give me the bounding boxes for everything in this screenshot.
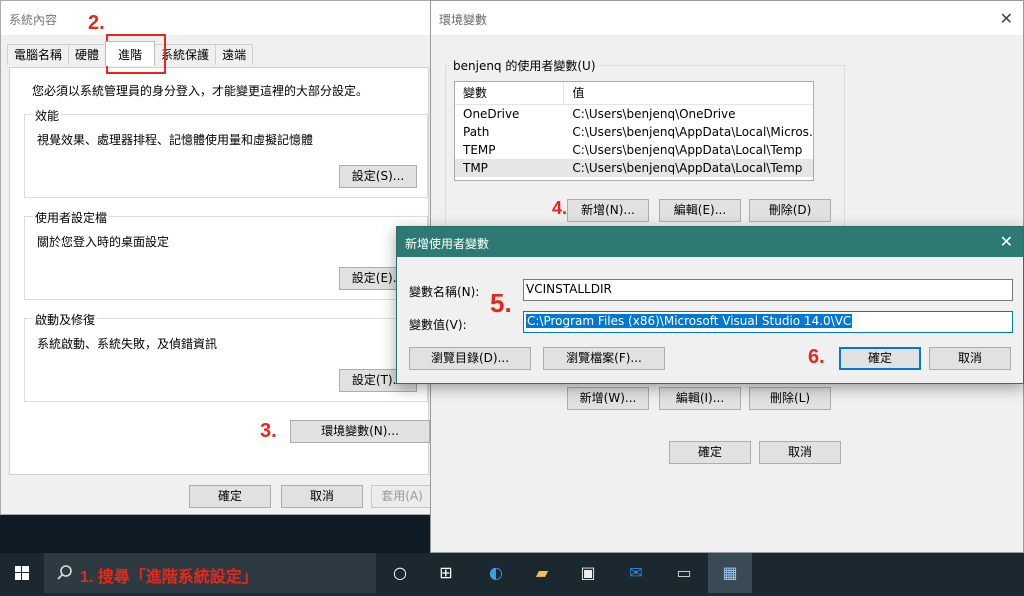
task-view-circle-icon[interactable]: ○	[378, 553, 422, 593]
table-row[interactable]: Path C:\Users\benjenq\AppData\Local\Micr…	[455, 123, 813, 141]
group-title: 效能	[33, 107, 62, 124]
table-header: 變數 值	[455, 82, 813, 105]
environment-variables-button[interactable]: 環境變數(N)...	[290, 420, 430, 443]
user-new-button[interactable]: 新增(N)...	[567, 199, 649, 222]
file-explorer-icon[interactable]: ▰	[520, 553, 564, 593]
variable-name-input[interactable]: VCINSTALLDIR	[523, 279, 1013, 301]
user-edit-button[interactable]: 編輯(E)...	[659, 199, 741, 222]
variable-name: TEMP	[463, 143, 496, 157]
variable-name: Path	[463, 125, 490, 139]
group-description: 關於您登入時的桌面設定	[37, 235, 170, 249]
browse-file-button[interactable]: 瀏覽檔案(F)...	[543, 347, 665, 370]
ok-button[interactable]: 確定	[189, 485, 271, 508]
group-title: 啟動及修復	[33, 311, 98, 328]
selected-value-text: C:\Program Files (x86)\Microsoft Visual …	[526, 314, 853, 328]
advanced-tab-panel: 您必須以系統管理員的身分登入，才能變更這裡的大部分設定。 效能 視覺效果、處理器…	[9, 67, 430, 475]
table-row[interactable]: OneDrive C:\Users\benjenq\OneDrive	[455, 105, 813, 123]
variable-name: TMP	[463, 161, 488, 175]
tab-strip: 電腦名稱 硬體 進階 系統保護 遠端	[7, 41, 254, 66]
close-icon[interactable]: ✕	[1000, 232, 1013, 251]
user-variables-table[interactable]: 變數 值 OneDrive C:\Users\benjenq\OneDrive …	[454, 81, 814, 181]
variable-name: OneDrive	[463, 107, 520, 121]
cancel-button[interactable]: 取消	[759, 441, 841, 464]
ok-button[interactable]: 確定	[839, 347, 921, 370]
variable-value: C:\Users\benjenq\AppData\Local\Temp	[572, 161, 803, 175]
system-delete-button[interactable]: 刪除(L)	[749, 387, 831, 410]
edge-browser-icon[interactable]: ◐	[474, 553, 518, 593]
taskbar-search-box[interactable]: 1. 搜尋「進階系統設定」	[44, 553, 376, 593]
tab-advanced[interactable]: 進階	[105, 41, 156, 66]
table-row[interactable]: TMP C:\Users\benjenq\AppData\Local\Temp	[455, 159, 813, 177]
system-properties-window: 系統內容 電腦名稱 硬體 進階 系統保護 遠端 您必須以系統管理員的身分登入，才…	[0, 0, 434, 515]
variable-value: C:\Users\benjenq\AppData\Local\Micros...	[572, 125, 813, 139]
control-panel-icon[interactable]: ▦	[708, 553, 752, 593]
windows-logo-icon	[15, 566, 29, 580]
column-header-value[interactable]: 值	[564, 82, 813, 104]
user-profiles-group: 使用者設定檔 關於您登入時的桌面設定 設定(E)...	[24, 209, 428, 300]
mail-icon[interactable]: ✉	[614, 553, 658, 593]
step-3-marker: 3.	[260, 420, 277, 442]
variable-value-label: 變數值(V):	[409, 318, 467, 332]
task-view-icon[interactable]: ⊞	[424, 553, 468, 593]
step-4-marker: 4.	[552, 198, 568, 218]
window-title: 環境變數 ✕	[431, 1, 1023, 35]
dialog-title: 新增使用者變數 ✕	[397, 227, 1023, 257]
variable-value-input[interactable]: C:\Program Files (x86)\Microsoft Visual …	[523, 311, 1013, 333]
variable-value: C:\Users\benjenq\AppData\Local\Temp	[572, 143, 803, 157]
taskbar: 1. 搜尋「進階系統設定」 ○ ⊞ ◐ ▰ ▣ ✉ ▭ ▦	[0, 553, 1024, 593]
variable-value: C:\Users\benjenq\OneDrive	[572, 107, 736, 121]
step-5-marker: 5.	[490, 288, 512, 318]
cancel-button[interactable]: 取消	[281, 485, 363, 508]
admin-notice: 您必須以系統管理員的身分登入，才能變更這裡的大部分設定。	[32, 84, 369, 98]
startup-recovery-group: 啟動及修復 系統啟動、系統失敗，及偵錯資訊 設定(T)...	[24, 311, 428, 402]
terminal-icon[interactable]: ▭	[662, 553, 706, 593]
group-description: 視覺效果、處理器排程、記憶體使用量和虛擬記憶體	[37, 133, 314, 147]
browse-directory-button[interactable]: 瀏覽目錄(D)...	[409, 347, 531, 370]
step-6-marker: 6.	[808, 346, 825, 368]
ok-button[interactable]: 確定	[669, 441, 751, 464]
store-icon[interactable]: ▣	[566, 553, 610, 593]
close-icon[interactable]: ✕	[1000, 9, 1013, 28]
dialog-title-text: 新增使用者變數	[405, 237, 490, 251]
system-edit-button[interactable]: 編輯(I)...	[659, 387, 741, 410]
group-title: benjenq 的使用者變數(U)	[450, 57, 599, 74]
step-1-marker: 1. 搜尋「進階系統設定」	[80, 569, 258, 586]
variable-name-label: 變數名稱(N):	[409, 285, 480, 299]
group-description: 系統啟動、系統失敗，及偵錯資訊	[37, 337, 218, 351]
group-title: 使用者設定檔	[33, 209, 110, 226]
tab-hardware[interactable]: 硬體	[68, 44, 107, 65]
apply-button[interactable]: 套用(A)	[371, 485, 433, 508]
tab-computer-name[interactable]: 電腦名稱	[7, 44, 70, 65]
performance-group: 效能 視覺效果、處理器排程、記憶體使用量和虛擬記憶體 設定(S)...	[24, 107, 428, 198]
system-new-button[interactable]: 新增(W)...	[567, 387, 649, 410]
performance-settings-button[interactable]: 設定(S)...	[339, 165, 417, 188]
window-title-text: 環境變數	[439, 13, 488, 27]
tab-remote[interactable]: 遠端	[215, 44, 254, 65]
column-header-variable[interactable]: 變數	[455, 82, 565, 104]
search-icon	[57, 565, 72, 580]
cancel-button[interactable]: 取消	[929, 347, 1011, 370]
start-button[interactable]	[0, 553, 44, 593]
user-delete-button[interactable]: 刪除(D)	[749, 199, 831, 222]
window-title: 系統內容	[1, 1, 433, 35]
table-row[interactable]: TEMP C:\Users\benjenq\AppData\Local\Temp	[455, 141, 813, 159]
step-2-marker: 2.	[88, 12, 105, 34]
